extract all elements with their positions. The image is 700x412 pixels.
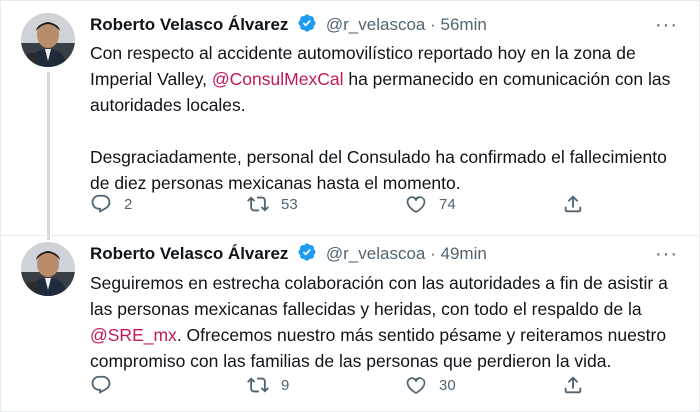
tweet-text: Seguiremos en estrecha colaboración con … (90, 270, 680, 374)
like-button[interactable]: 74 (405, 193, 456, 215)
more-icon[interactable]: ··· (655, 14, 678, 37)
reply-icon (91, 375, 111, 394)
timestamp[interactable]: 49min (441, 244, 487, 263)
separator-dot: · (430, 244, 436, 263)
mention-link[interactable]: @ConsulMexCal (212, 69, 344, 89)
author-handle[interactable]: @r_velascoa (326, 15, 425, 34)
avatar[interactable] (21, 13, 75, 67)
verified-badge-icon (297, 13, 317, 40)
reply-button[interactable]: 2 (90, 193, 132, 215)
mention-link[interactable]: @SRE_mx (90, 325, 177, 345)
retweet-icon (247, 377, 269, 393)
like-count: 30 (439, 376, 456, 394)
like-icon (406, 377, 426, 394)
tweet-text-paragraph: Desgraciadamente, personal del Consulado… (90, 147, 667, 193)
share-icon (564, 195, 582, 213)
avatar[interactable] (21, 242, 75, 296)
tweet-actions: 9 30 (90, 374, 590, 398)
tweet-text: Con respecto al accidente automovilístic… (90, 40, 680, 196)
verified-badge-icon (297, 242, 317, 269)
separator-dot: · (430, 15, 436, 34)
retweet-button[interactable]: 9 (247, 374, 289, 396)
reply-count: 2 (124, 195, 133, 213)
like-count: 74 (439, 195, 456, 213)
like-button[interactable]: 30 (405, 374, 456, 396)
tweet-text-segment: Seguiremos en estrecha colaboración con … (90, 273, 668, 319)
tweet-header: Roberto Velasco Álvarez @r_velascoa · 56… (90, 13, 487, 37)
share-icon (564, 376, 582, 394)
share-button[interactable] (562, 193, 584, 215)
tweet-header: Roberto Velasco Álvarez @r_velascoa · 49… (90, 242, 487, 266)
retweet-count: 53 (281, 195, 298, 213)
timestamp[interactable]: 56min (441, 15, 487, 34)
retweet-count: 9 (281, 376, 290, 394)
thread-connector (47, 72, 50, 240)
author-name[interactable]: Roberto Velasco Álvarez (90, 15, 288, 34)
author-handle[interactable]: @r_velascoa (326, 244, 425, 263)
reply-button[interactable] (90, 374, 124, 396)
reply-icon (91, 194, 111, 213)
tweet-text-segment: . Ofrecemos nuestro más sentido pésame y… (90, 325, 667, 371)
more-icon[interactable]: ··· (655, 243, 678, 266)
like-icon (406, 196, 426, 213)
tweet-actions: 2 53 74 (90, 193, 590, 217)
share-button[interactable] (562, 374, 584, 396)
author-name[interactable]: Roberto Velasco Álvarez (90, 244, 288, 263)
retweet-button[interactable]: 53 (247, 193, 298, 215)
retweet-icon (247, 196, 269, 212)
